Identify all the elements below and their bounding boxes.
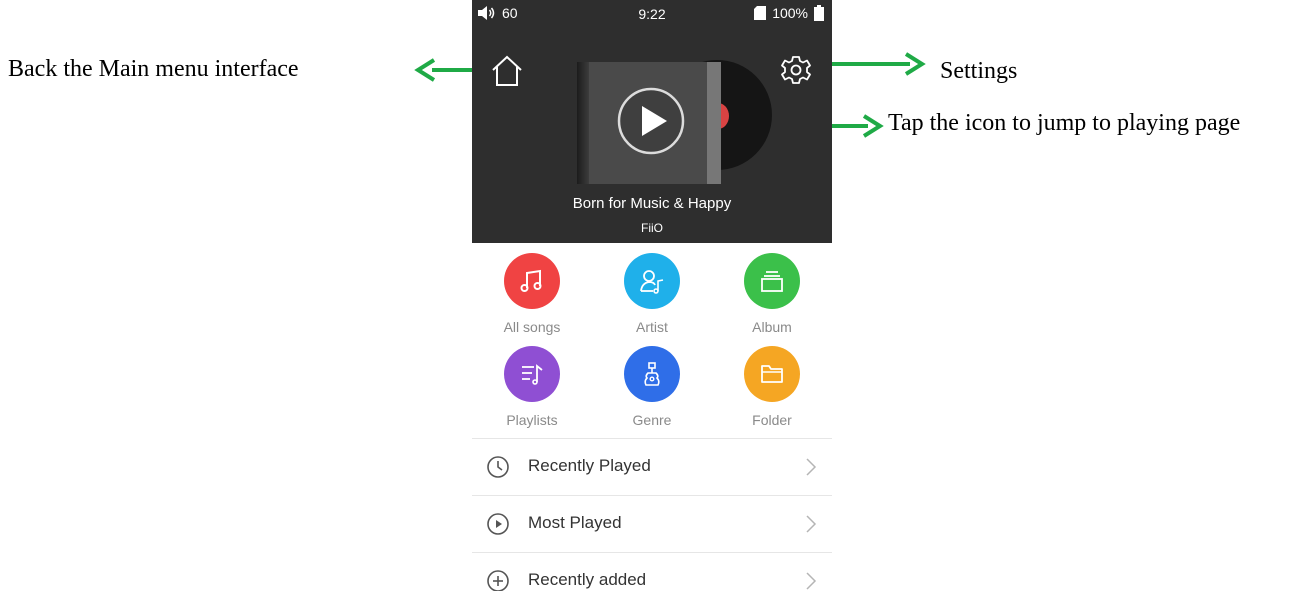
player-screen: 60 9:22 100% Born for Music & Happy FiiO…	[472, 0, 832, 591]
chevron-right-icon	[806, 458, 817, 476]
artist-icon	[640, 270, 664, 294]
album-art-edge	[577, 62, 589, 184]
sd-card-icon	[754, 6, 767, 20]
playlist-icon	[522, 364, 543, 385]
category-circle	[744, 346, 800, 402]
category-circle	[624, 253, 680, 309]
category-label: Album	[752, 319, 792, 335]
list-item-label: Most Played	[528, 513, 622, 532]
category-circle	[504, 253, 560, 309]
album-sleeve	[707, 62, 721, 184]
category-playlists[interactable]: Playlists	[477, 346, 587, 428]
list-item-recently-added[interactable]: Recently added	[472, 552, 832, 591]
category-label: All songs	[503, 319, 561, 335]
battery-value: 100%	[772, 5, 808, 21]
battery-icon	[814, 5, 824, 21]
category-circle	[624, 346, 680, 402]
home-icon[interactable]	[490, 54, 524, 88]
clock-icon	[487, 456, 509, 478]
category-label: Playlists	[506, 412, 558, 428]
category-all-songs[interactable]: All songs	[477, 253, 587, 335]
category-circle	[744, 253, 800, 309]
annotation-play: Tap the icon to jump to playing page	[888, 110, 1241, 136]
category-label: Folder	[752, 412, 792, 428]
song-artist: FiiO	[641, 221, 663, 235]
list-item-label: Recently Played	[528, 456, 651, 475]
chevron-right-icon	[806, 515, 817, 533]
guitar-icon	[644, 362, 660, 386]
album-stack-icon	[761, 271, 783, 292]
status-battery: 100%	[754, 5, 824, 21]
gear-icon[interactable]	[780, 54, 812, 86]
category-label: Genre	[632, 412, 672, 428]
annotation-settings: Settings	[940, 58, 1018, 84]
annotation-home: Back the Main menu interface	[8, 56, 299, 82]
category-label: Artist	[636, 319, 668, 335]
list-item-label: Recently added	[528, 570, 647, 589]
plus-circle-icon	[487, 570, 509, 591]
list-item-most-played[interactable]: Most Played	[472, 495, 832, 552]
chevron-right-icon	[806, 572, 817, 590]
status-bar: 60 9:22 100%	[472, 0, 832, 26]
category-genre[interactable]: Genre	[597, 346, 707, 428]
category-artist[interactable]: Artist	[597, 253, 707, 335]
music-note-icon	[520, 269, 542, 292]
category-album[interactable]: Album	[717, 253, 827, 335]
annotation-arrow-settings	[824, 52, 926, 76]
list-item-recently-played[interactable]: Recently Played	[472, 438, 832, 495]
folder-icon	[761, 365, 783, 383]
play-button-icon[interactable]	[616, 86, 686, 156]
category-folder[interactable]: Folder	[717, 346, 827, 428]
play-circle-icon	[487, 513, 509, 535]
category-circle	[504, 346, 560, 402]
now-playing-panel: 60 9:22 100% Born for Music & Happy FiiO	[472, 0, 832, 243]
song-title[interactable]: Born for Music & Happy	[472, 195, 832, 212]
